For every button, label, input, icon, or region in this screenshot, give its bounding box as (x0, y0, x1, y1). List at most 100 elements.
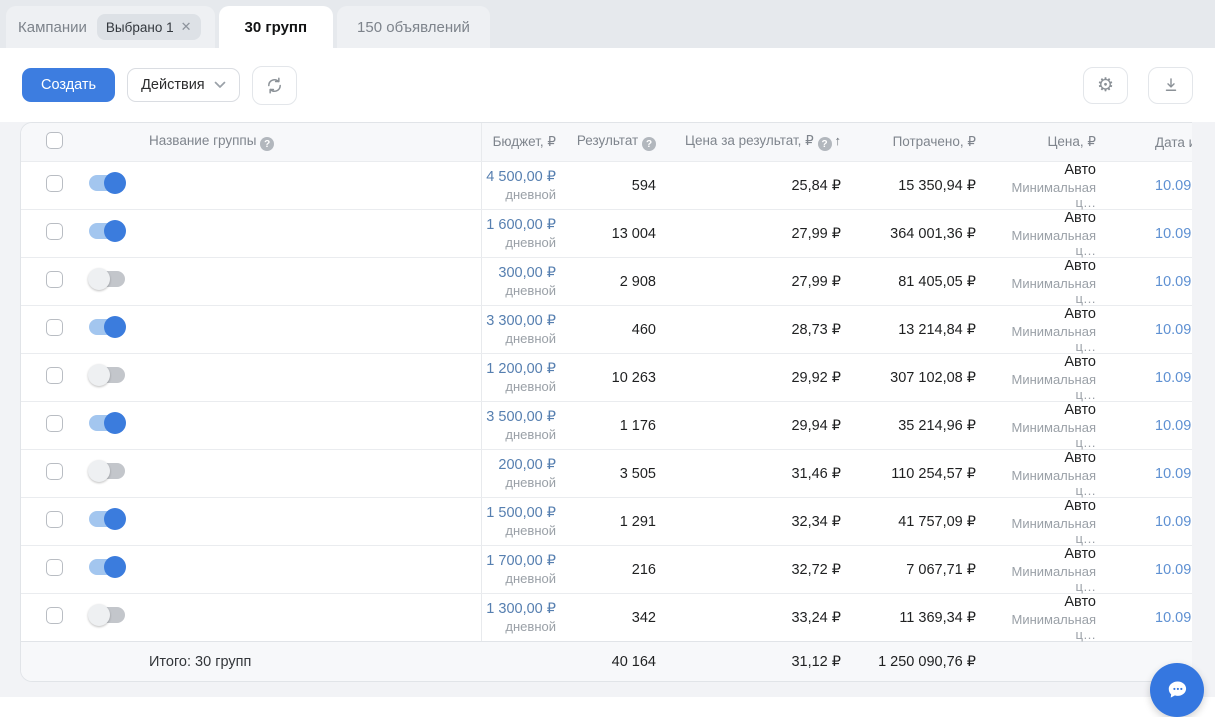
budget-link[interactable]: 3 500,00 ₽ (482, 409, 556, 425)
budget-link[interactable]: 1 700,00 ₽ (482, 553, 556, 569)
help-icon[interactable]: ? (260, 137, 274, 151)
tab-campaigns-label: Кампании (18, 19, 87, 36)
date-link[interactable]: 10.09 (1155, 274, 1191, 290)
budget-link[interactable]: 300,00 ₽ (482, 265, 556, 281)
price-mode: Авто (989, 210, 1096, 226)
date-link[interactable]: 10.09 (1155, 226, 1191, 242)
result-value: 1 291 (569, 514, 669, 530)
tab-campaigns[interactable]: Кампании Выбрано 1 ✕ (6, 6, 215, 48)
spent-value: 35 214,96 ₽ (854, 418, 989, 434)
cost-per-result-value: 29,92 ₽ (669, 370, 854, 386)
help-icon[interactable]: ? (642, 137, 656, 151)
column-header-name[interactable]: Название группы ? (145, 133, 481, 152)
create-button[interactable]: Создать (22, 68, 115, 102)
row-toggle[interactable] (89, 271, 125, 287)
table-row: 200,00 ₽ дневной 3 505 31,46 ₽ 110 254,5… (21, 449, 1192, 497)
close-icon[interactable]: ✕ (181, 19, 192, 35)
row-toggle[interactable] (89, 607, 125, 623)
budget-type: дневной (482, 379, 556, 394)
date-link[interactable]: 10.09 (1155, 466, 1191, 482)
budget-link[interactable]: 1 600,00 ₽ (482, 217, 556, 233)
select-all-checkbox[interactable] (46, 132, 63, 149)
cost-per-result-value: 25,84 ₽ (669, 178, 854, 194)
actions-dropdown[interactable]: Действия (127, 68, 240, 102)
column-header-spent[interactable]: Потрачено, ₽ (854, 134, 989, 150)
column-header-cost-per-result[interactable]: Цена за результат, ₽ ?↑ (669, 133, 854, 152)
spent-value: 13 214,84 ₽ (854, 322, 989, 338)
row-toggle[interactable] (89, 367, 125, 383)
spent-value: 41 757,09 ₽ (854, 514, 989, 530)
toggle-knob (104, 508, 126, 530)
row-checkbox[interactable] (46, 415, 63, 432)
date-link[interactable]: 10.09 (1155, 562, 1191, 578)
budget-type: дневной (482, 235, 556, 250)
date-link[interactable]: 10.09 (1155, 322, 1191, 338)
row-checkbox[interactable] (46, 607, 63, 624)
spent-value: 364 001,36 ₽ (854, 226, 989, 242)
table-body: 4 500,00 ₽ дневной 594 25,84 ₽ 15 350,94… (21, 161, 1192, 641)
row-checkbox[interactable] (46, 271, 63, 288)
cost-per-result-value: 29,94 ₽ (669, 418, 854, 434)
date-link[interactable]: 10.09 (1155, 370, 1191, 386)
row-toggle[interactable] (89, 319, 125, 335)
date-link[interactable]: 10.09 (1155, 418, 1191, 434)
column-header-result[interactable]: Результат ? (569, 133, 669, 152)
price-mode: Авто (989, 306, 1096, 322)
table-row: 3 500,00 ₽ дневной 1 176 29,94 ₽ 35 214,… (21, 401, 1192, 449)
row-toggle[interactable] (89, 559, 125, 575)
date-link[interactable]: 10.09 (1155, 514, 1191, 530)
column-header-budget[interactable]: Бюджет, ₽ (481, 123, 569, 161)
sort-asc-icon[interactable]: ↑ (835, 133, 842, 148)
export-button[interactable] (1148, 67, 1193, 104)
budget-link[interactable]: 4 500,00 ₽ (482, 169, 556, 185)
price-strategy: Минимальная ц… (989, 468, 1096, 498)
row-toggle[interactable] (89, 415, 125, 431)
row-checkbox[interactable] (46, 223, 63, 240)
price-mode: Авто (989, 594, 1096, 610)
spent-value: 110 254,57 ₽ (854, 466, 989, 482)
row-checkbox[interactable] (46, 319, 63, 336)
row-toggle[interactable] (89, 175, 125, 191)
tab-ads[interactable]: 150 объявлений (337, 6, 490, 48)
toggle-knob (88, 268, 110, 290)
budget-link[interactable]: 200,00 ₽ (482, 457, 556, 473)
help-icon[interactable]: ? (818, 137, 832, 151)
toggle-knob (104, 412, 126, 434)
budget-link[interactable]: 3 300,00 ₽ (482, 313, 556, 329)
budget-link[interactable]: 1 300,00 ₽ (482, 601, 556, 617)
row-toggle[interactable] (89, 511, 125, 527)
price-mode: Авто (989, 498, 1096, 514)
column-header-date[interactable]: Дата и (1111, 135, 1192, 150)
date-link[interactable]: 10.09 (1155, 178, 1191, 194)
refresh-button[interactable] (252, 66, 297, 105)
download-icon (1162, 76, 1180, 94)
toolbar: Создать Действия ⚙ (0, 48, 1215, 122)
support-chat-button[interactable] (1150, 663, 1204, 717)
budget-link[interactable]: 1 200,00 ₽ (482, 361, 556, 377)
row-checkbox[interactable] (46, 367, 63, 384)
result-value: 594 (569, 178, 669, 194)
price-mode: Авто (989, 450, 1096, 466)
row-checkbox[interactable] (46, 175, 63, 192)
budget-link[interactable]: 1 500,00 ₽ (482, 505, 556, 521)
tab-groups[interactable]: 30 групп (219, 6, 334, 48)
row-checkbox[interactable] (46, 463, 63, 480)
result-value: 216 (569, 562, 669, 578)
toggle-knob (88, 460, 110, 482)
row-checkbox[interactable] (46, 511, 63, 528)
date-link[interactable]: 10.09 (1155, 610, 1191, 626)
settings-button[interactable]: ⚙ (1083, 67, 1128, 104)
spent-value: 15 350,94 ₽ (854, 178, 989, 194)
price-strategy: Минимальная ц… (989, 516, 1096, 546)
row-toggle[interactable] (89, 223, 125, 239)
toggle-knob (88, 604, 110, 626)
row-toggle[interactable] (89, 463, 125, 479)
actions-label: Действия (141, 77, 205, 93)
budget-type: дневной (482, 283, 556, 298)
column-header-price[interactable]: Цена, ₽ (989, 134, 1111, 150)
result-value: 13 004 (569, 226, 669, 242)
price-mode: Авто (989, 546, 1096, 562)
budget-type: дневной (482, 187, 556, 202)
row-checkbox[interactable] (46, 559, 63, 576)
price-strategy: Минимальная ц… (989, 564, 1096, 594)
